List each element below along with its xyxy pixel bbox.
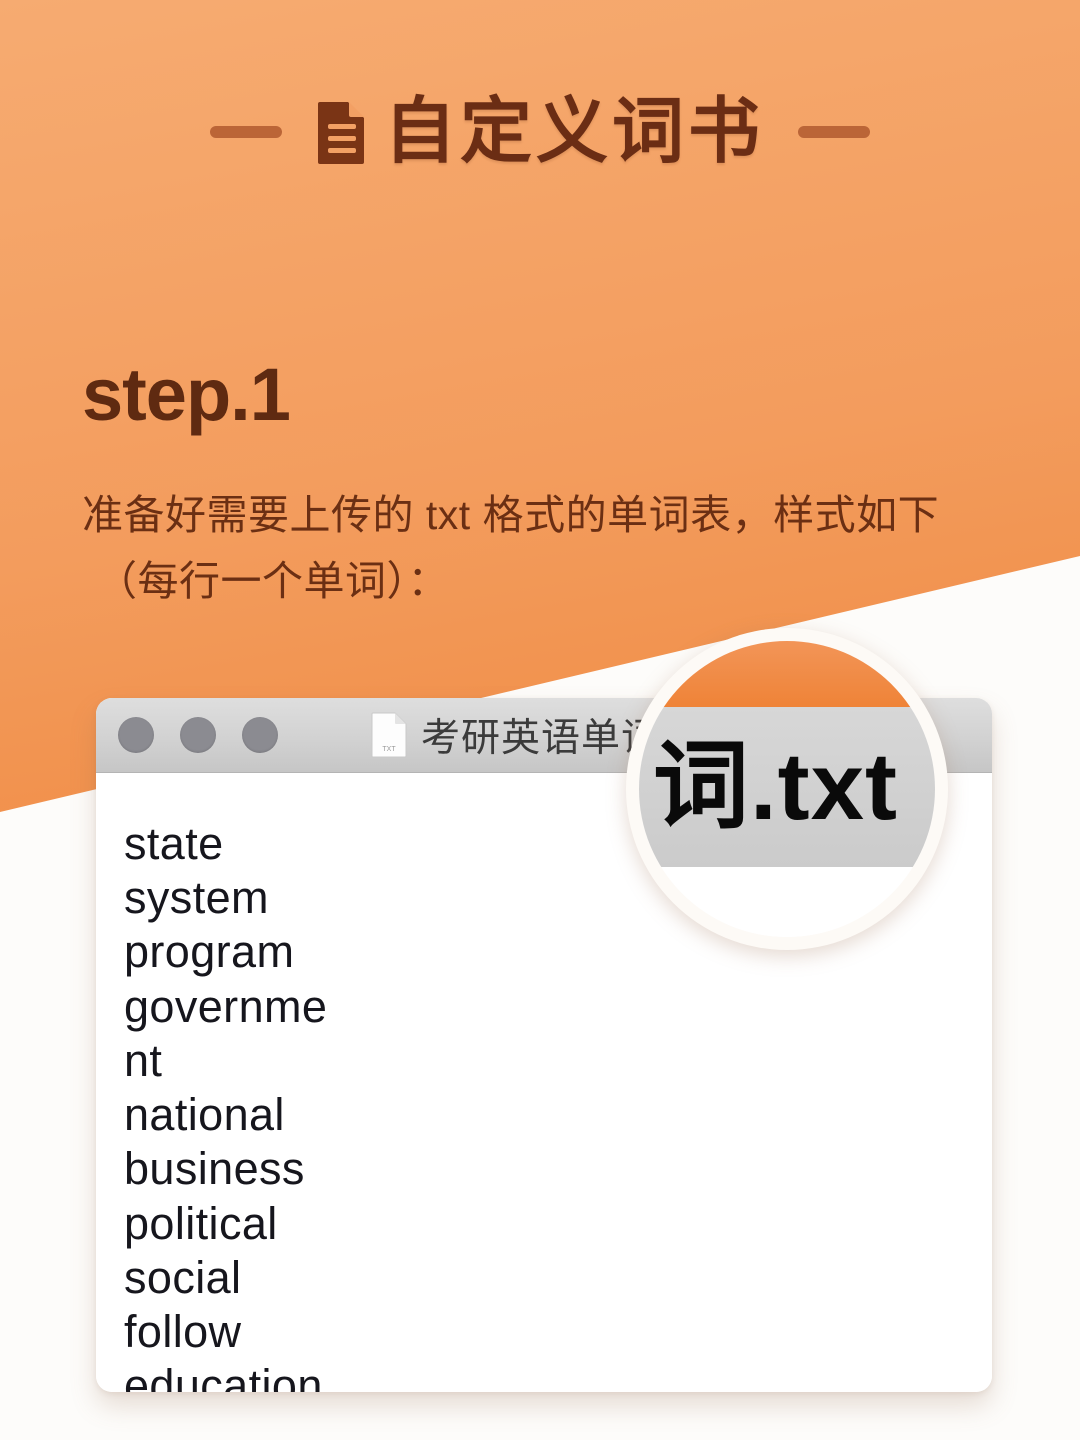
- svg-text:TXT: TXT: [382, 746, 396, 753]
- minimize-button[interactable]: [180, 717, 216, 753]
- header-dash-left: [209, 126, 282, 138]
- list-item: national: [124, 1089, 285, 1141]
- page-header: 自定义词书: [0, 96, 1080, 168]
- document-icon: [317, 102, 364, 164]
- magnifier-white-region: [639, 867, 935, 937]
- magnifier-lens: 词.txt: [626, 628, 948, 950]
- step-description-line2: （每行一个单词）：: [96, 558, 449, 605]
- list-item: nt: [124, 1034, 163, 1086]
- header-dash-right: [798, 126, 870, 138]
- header-title-group: 自定义词书: [316, 96, 764, 168]
- list-item: governme: [124, 980, 328, 1032]
- magnifier-titlebar-region: 词.txt: [639, 707, 935, 867]
- list-item: education: [124, 1360, 323, 1392]
- step-label: step.1: [82, 353, 291, 436]
- close-button[interactable]: [118, 717, 154, 753]
- poster-canvas: 自定义词书 step.1 准备好需要上传的 txt 格式的单词表，样式如下 （每…: [0, 0, 1080, 1440]
- window-traffic-lights: [118, 717, 278, 753]
- magnifier-content: 词.txt: [639, 641, 935, 937]
- page-title: 自定义词书: [383, 92, 764, 172]
- magnifier-orange-region: [639, 641, 935, 707]
- list-item: business: [124, 1143, 305, 1195]
- step-description-line1: 准备好需要上传的 txt 格式的单词表，样式如下: [82, 492, 940, 538]
- maximize-button[interactable]: [242, 717, 278, 753]
- list-item: follow: [124, 1305, 242, 1357]
- step-description: 准备好需要上传的 txt 格式的单词表，样式如下 （每行一个单词）：: [82, 482, 1022, 615]
- txt-file-icon: TXT: [371, 712, 407, 758]
- list-item: social: [124, 1251, 242, 1303]
- list-item: political: [124, 1197, 278, 1249]
- magnified-filename: 词.txt: [653, 733, 898, 840]
